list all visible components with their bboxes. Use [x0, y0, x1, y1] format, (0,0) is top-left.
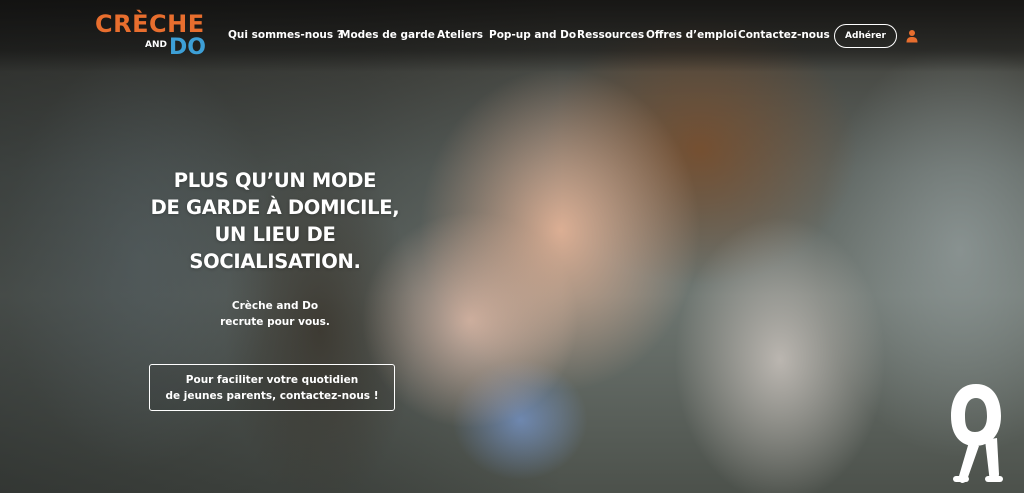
hero-headline-line: PLUS QU’UN MODE	[173, 169, 377, 192]
nav-item-qui-sommes-nous[interactable]: Qui sommes-nous ?	[228, 29, 343, 41]
nav-item-ressources[interactable]: Ressources	[577, 29, 644, 41]
hero-headline-line: UN LIEU DE	[214, 223, 336, 246]
hero-headline: PLUS QU’UN MODE DE GARDE À DOMICILE, UN …	[150, 167, 400, 275]
cta-label-line: Pour faciliter votre quotidien	[185, 373, 359, 386]
site-logo[interactable]: CRÈCHE AND DO	[95, 10, 206, 66]
hero-subtitle: Crèche and Do recrute pour vous.	[170, 298, 380, 330]
hero-headline-line: SOCIALISATION.	[189, 250, 361, 273]
user-icon[interactable]	[906, 29, 918, 43]
nav-item-pop-up-and-do[interactable]: Pop-up and Do	[489, 29, 576, 41]
nav-item-offres-emploi[interactable]: Offres d’emploi	[646, 29, 737, 41]
contact-cta-button[interactable]: Pour faciliter votre quotidien de jeunes…	[149, 364, 395, 411]
nav-item-modes-de-garde[interactable]: Modes de garde	[340, 29, 435, 41]
mascot-icon	[951, 384, 1003, 483]
join-button[interactable]: Adhérer	[834, 24, 897, 48]
navbar: CRÈCHE AND DO Qui sommes-nous ? Modes de…	[0, 0, 1024, 72]
hero-subtitle-line: recrute pour vous.	[220, 316, 330, 328]
logo-text-and: AND	[145, 40, 167, 50]
logo-text-creche: CRÈCHE	[95, 10, 205, 38]
cta-label-line: de jeunes parents, contactez-nous !	[165, 389, 379, 402]
hero-headline-line: DE GARDE À DOMICILE,	[150, 196, 400, 219]
nav-item-ateliers[interactable]: Ateliers	[437, 29, 483, 41]
logo-text-do: DO	[169, 35, 206, 60]
nav-item-contactez-nous[interactable]: Contactez-nous	[738, 29, 830, 41]
hero-subtitle-line: Crèche and Do	[231, 300, 319, 312]
